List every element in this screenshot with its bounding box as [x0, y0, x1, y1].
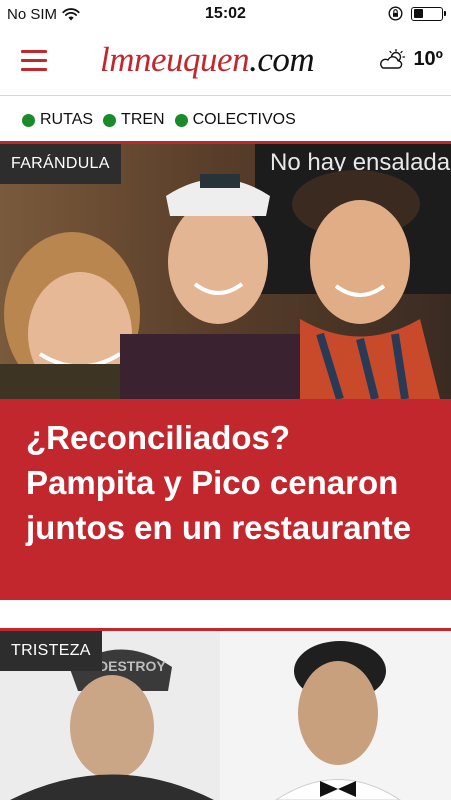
headline-box[interactable]: ¿Reconciliados? Pampita y Pico cenaron j…: [0, 399, 451, 600]
logo-brand: lmneuquen: [100, 40, 250, 79]
article-card[interactable]: DESTROY TRISTEZA: [0, 631, 451, 800]
transit-link-rutas[interactable]: RUTAS: [22, 111, 93, 129]
transit-link-tren[interactable]: TREN: [103, 111, 165, 129]
clock: 15:02: [205, 5, 246, 22]
category-tag[interactable]: TRISTEZA: [0, 631, 102, 671]
site-logo[interactable]: lmneuquen.com: [100, 38, 315, 82]
transit-bar: RUTAS TREN COLECTIVOS: [0, 97, 451, 143]
transit-link-colectivos[interactable]: COLECTIVOS: [174, 111, 296, 129]
menu-icon[interactable]: [21, 48, 49, 72]
status-dot: [103, 113, 117, 127]
status-dot: [22, 113, 35, 127]
orientation-lock-icon: [388, 6, 403, 21]
cap-text: DESTROY: [98, 658, 166, 674]
logo-tld: .com: [249, 40, 315, 79]
status-dot: [174, 113, 188, 127]
article-card[interactable]: No hay ensalada FARÁNDULA ¿Reconciliados…: [0, 144, 451, 600]
article-headline[interactable]: ¿Reconciliados? Pampita y Pico cenaron j…: [26, 415, 427, 550]
partly-cloudy-icon: [380, 48, 406, 69]
status-bar: No SIM 15:02: [0, 0, 451, 30]
battery-icon: [411, 6, 446, 21]
transit-label: TREN: [121, 111, 165, 128]
transit-label: COLECTIVOS: [192, 111, 296, 128]
transit-label: RUTAS: [40, 111, 94, 128]
weather-widget[interactable]: 10º: [379, 48, 443, 71]
site-header: lmneuquen.com 10º: [0, 30, 451, 96]
temperature: 10º: [413, 48, 443, 70]
category-tag[interactable]: FARÁNDULA: [0, 144, 121, 184]
